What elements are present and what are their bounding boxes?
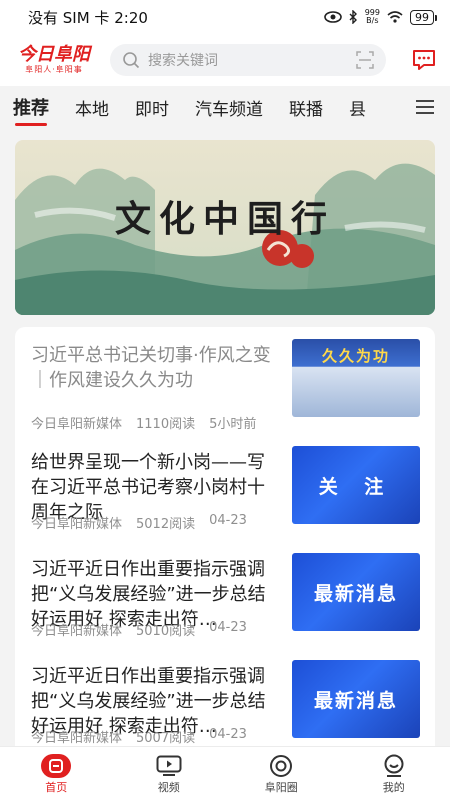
nav-home-label: 首页 — [45, 781, 68, 794]
status-bar: 没有 SIM 卡 2:20 999 B/s 99 — [0, 0, 450, 34]
nav-circle-label: 阜阳圈 — [264, 781, 298, 794]
news-thumbnail: 最新消息 — [292, 660, 420, 738]
bluetooth-icon — [349, 10, 357, 24]
nav-video-label: 视频 — [157, 781, 180, 794]
news-thumbnail: 最新消息 — [292, 553, 420, 631]
bottom-nav: 首页 视频 阜阳圈 我的 — [0, 746, 450, 801]
wifi-icon — [387, 11, 403, 23]
tab-instant[interactable]: 即时 — [135, 95, 169, 120]
news-thumbnail: 久久为功 — [292, 339, 420, 417]
video-icon — [156, 753, 182, 779]
news-source: 今日阜阳新媒体 — [31, 417, 123, 432]
news-list: 习近平总书记关切事·作风之变｜作风建设久久为功 今日阜阳新媒体 1110阅读 5… — [15, 327, 435, 757]
tab-local[interactable]: 本地 — [75, 95, 109, 120]
nav-profile-label: 我的 — [382, 781, 405, 794]
battery-indicator: 99 — [410, 9, 437, 25]
news-reads: 5012阅读 — [136, 517, 196, 532]
nav-home[interactable]: 首页 — [16, 753, 96, 795]
news-item[interactable]: 习近平总书记关切事·作风之变｜作风建设久久为功 今日阜阳新媒体 1110阅读 5… — [15, 335, 435, 442]
eye-icon — [323, 11, 342, 23]
news-reads: 5010阅读 — [136, 624, 196, 639]
tab-broadcast[interactable]: 联播 — [289, 95, 323, 120]
status-carrier-time: 没有 SIM 卡 2:20 — [28, 7, 148, 28]
tab-county[interactable]: 县 — [349, 95, 366, 120]
banner-carousel[interactable]: 文化中国行 — [15, 140, 435, 315]
profile-icon — [381, 753, 407, 779]
search-bar[interactable]: 搜索关键词 — [110, 44, 386, 76]
news-item[interactable]: 习近平近日作出重要指示强调 把“义乌发展经验”进一步总结好运用好 探索走出符… … — [15, 549, 435, 656]
news-time: 04-23 — [209, 620, 247, 635]
news-meta: 今日阜阳新媒体 1110阅读 5小时前 — [31, 413, 256, 432]
menu-icon[interactable] — [416, 100, 434, 114]
news-source: 今日阜阳新媒体 — [31, 517, 123, 532]
nav-video[interactable]: 视频 — [129, 753, 209, 795]
news-item[interactable]: 给世界呈现一个新小岗——写在习近平总书记考察小岗村十周年之际 今日阜阳新媒体 5… — [15, 442, 435, 549]
news-meta: 今日阜阳新媒体 5012阅读 04-23 — [31, 513, 247, 532]
tab-menu-area — [390, 86, 450, 128]
news-source: 今日阜阳新媒体 — [31, 624, 123, 639]
news-time: 04-23 — [209, 513, 247, 528]
tab-recommend[interactable]: 推荐 — [13, 94, 49, 126]
thumbnail-caption: 最新消息 — [313, 582, 398, 605]
logo-title: 今日阜阳 — [18, 44, 90, 65]
app-logo[interactable]: 今日阜阳 阜阳人·阜阳事 — [8, 46, 100, 74]
status-icons: 999 B/s 99 — [323, 8, 437, 25]
thumbnail-caption: 关 注 — [318, 475, 394, 498]
news-time: 5小时前 — [209, 417, 257, 432]
news-meta: 今日阜阳新媒体 5007阅读 04-23 — [31, 727, 247, 746]
message-button[interactable] — [410, 46, 438, 74]
banner-title: 文化中国行 — [114, 198, 335, 240]
tab-auto[interactable]: 汽车频道 — [195, 95, 263, 120]
carrier-text: 没有 SIM 卡 — [28, 8, 110, 27]
news-source: 今日阜阳新媒体 — [31, 731, 123, 746]
news-reads: 5007阅读 — [136, 731, 196, 746]
chat-bubble-icon — [413, 50, 435, 70]
thumbnail-caption: 最新消息 — [313, 689, 398, 712]
clock-text: 2:20 — [114, 8, 148, 27]
channel-tabs: 推荐 本地 即时 汽车频道 联播 县 — [0, 86, 450, 128]
news-time: 04-23 — [209, 727, 247, 742]
scan-icon[interactable] — [356, 51, 374, 69]
nav-circle[interactable]: 阜阳圈 — [241, 753, 321, 795]
search-placeholder: 搜索关键词 — [148, 53, 218, 69]
thumbnail-caption: 久久为功 — [321, 347, 390, 365]
search-icon — [123, 52, 140, 69]
news-thumbnail: 关 注 — [292, 446, 420, 524]
nav-profile[interactable]: 我的 — [354, 753, 434, 795]
news-meta: 今日阜阳新媒体 5010阅读 04-23 — [31, 620, 247, 639]
news-title: 习近平总书记关切事·作风之变｜作风建设久久为功 — [31, 345, 271, 391]
logo-subtitle: 阜阳人·阜阳事 — [25, 65, 83, 74]
circle-icon — [268, 753, 294, 779]
home-icon — [41, 753, 72, 779]
app-header: 今日阜阳 阜阳人·阜阳事 搜索关键词 — [0, 34, 450, 86]
news-reads: 1110阅读 — [136, 417, 196, 432]
net-speed: 999 B/s — [364, 8, 380, 25]
